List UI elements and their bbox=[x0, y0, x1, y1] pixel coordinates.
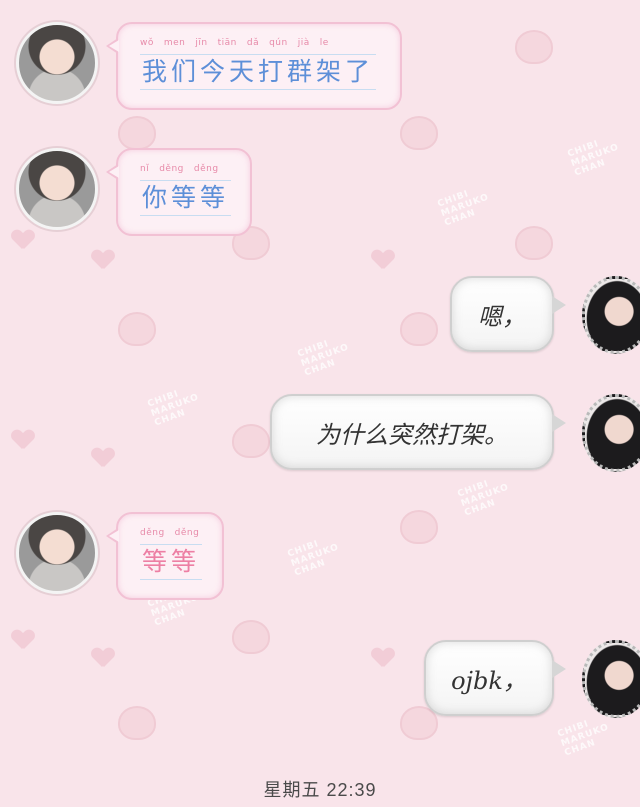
message-bubble-sent[interactable]: ojbk， bbox=[424, 640, 566, 716]
timestamp: 星期五 22:39 bbox=[263, 780, 377, 800]
message-row: ojbk， bbox=[0, 0, 640, 720]
user-avatar[interactable] bbox=[582, 640, 640, 718]
